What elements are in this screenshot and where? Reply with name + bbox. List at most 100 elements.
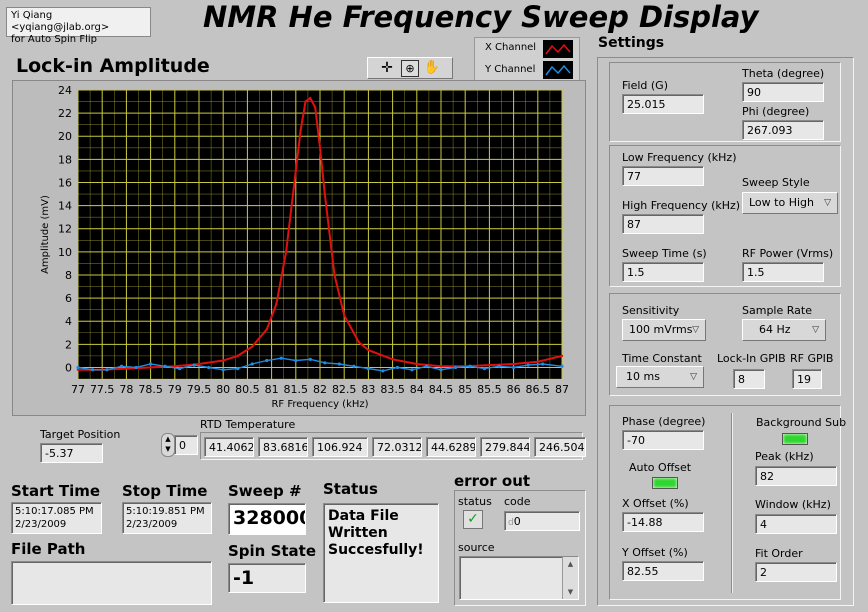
sweep-style-label: Sweep Style [742, 176, 810, 189]
x-offset-input[interactable]: -14.88 [622, 512, 704, 532]
file-path-field[interactable] [11, 561, 212, 605]
x-tick-label: 82 [313, 383, 327, 396]
page-title: NMR He Frequency Sweep Display [203, 0, 759, 34]
data-point-x-channel [333, 273, 336, 277]
crosshair-icon[interactable]: ✛ [378, 60, 396, 76]
x-tick-label: 83.5 [380, 383, 405, 396]
rf-power-input[interactable]: 1.5 [742, 262, 824, 282]
data-point-y-channel [512, 365, 516, 370]
auto-offset-toggle[interactable] [652, 477, 678, 489]
x-tick-label: 79 [168, 383, 182, 396]
x-tick-label: 84.5 [429, 383, 454, 396]
lockin-gpib-label: Lock-In GPIB [717, 352, 786, 365]
y-tick-label: 18 [58, 153, 72, 166]
sweep-style-dropdown[interactable]: Low to High ▽ [742, 192, 838, 214]
y-tick-label: 4 [65, 315, 72, 328]
start-date-value: 2/23/2009 [15, 519, 67, 530]
pan-hand-icon[interactable]: ✋ [423, 60, 441, 76]
data-point-x-channel [512, 362, 515, 366]
background-sub-toggle[interactable] [782, 433, 808, 445]
data-point-y-channel [424, 364, 429, 368]
rtd-index-stepper[interactable]: ▲ ▼ [161, 433, 175, 457]
sample-rate-dropdown[interactable]: 64 Hz ▽ [742, 319, 826, 341]
data-point-y-channel [366, 366, 370, 371]
x-tick-label: 77.5 [90, 383, 115, 396]
data-point-x-channel [149, 366, 152, 369]
y-tick-label: 24 [58, 84, 72, 97]
rtd-index-field[interactable]: 0 [174, 435, 198, 455]
data-point-y-channel [178, 366, 182, 371]
x-tick-label: 78 [119, 383, 133, 396]
window-input[interactable]: 4 [755, 514, 837, 534]
data-point-y-channel [337, 362, 341, 366]
data-point-x-channel [304, 100, 307, 103]
legend-x-swatch[interactable] [543, 40, 573, 58]
time-constant-value: 10 ms [626, 370, 660, 383]
data-point-y-channel [265, 358, 269, 363]
peak-input[interactable]: 82 [755, 466, 837, 486]
data-point-x-channel [284, 250, 288, 254]
x-tick-label: 78.5 [138, 383, 163, 396]
x-tick-label: 79.5 [187, 383, 212, 396]
lockin-gpib-input[interactable]: 8 [733, 369, 765, 389]
graph-title: Lock-in Amplitude [16, 55, 210, 77]
data-point-y-channel [105, 368, 109, 372]
y-tick-label: 16 [58, 176, 72, 189]
low-frequency-input[interactable]: 77 [622, 166, 704, 186]
target-position-label: Target Position [40, 428, 121, 441]
status-label: Status [323, 480, 378, 498]
status-text: Data File Written Succesfully! [328, 508, 424, 558]
chevron-down-icon: ▽ [812, 325, 819, 335]
time-constant-label: Time Constant [622, 352, 702, 365]
zoom-icon[interactable]: ⊕ [401, 60, 419, 77]
sweep-time-input[interactable]: 1.5 [622, 262, 704, 282]
sweep-number-field: 328000 [228, 503, 306, 535]
sweep-style-value: Low to High [749, 196, 814, 209]
legend-y-swatch[interactable] [543, 61, 573, 79]
error-code-field: d0 [504, 511, 580, 531]
background-sub-label: Background Sub [756, 416, 847, 429]
data-point-x-channel [536, 360, 539, 363]
rf-power-label: RF Power (Vrms) [742, 247, 834, 260]
rtd-value-5: 279.844 [480, 437, 530, 457]
x-tick-label: 86.5 [526, 383, 551, 396]
error-source-scrollbar[interactable]: ▲ ▼ [562, 557, 578, 599]
data-point-y-channel [76, 365, 80, 370]
x-tick-label: 77 [71, 383, 85, 396]
graph-legend: X Channel Y Channel [474, 37, 580, 81]
data-point-y-channel [468, 364, 472, 368]
y-offset-input[interactable]: 82.55 [622, 561, 704, 581]
sweep-time-label: Sweep Time (s) [622, 247, 707, 260]
y-tick-label: 12 [58, 223, 72, 236]
high-frequency-input[interactable]: 87 [622, 214, 704, 234]
error-code-label: code [504, 495, 531, 508]
data-point-y-channel [439, 368, 443, 372]
phi-input[interactable]: 267.093 [742, 120, 824, 140]
stop-time-value: 5:10:19.851 PM [126, 506, 205, 517]
x-tick-label: 82.5 [332, 383, 357, 396]
rtd-value-1: 83.6816 [258, 437, 308, 457]
theta-input[interactable]: 90 [742, 82, 824, 102]
data-point-x-channel [197, 362, 201, 366]
file-path-label: File Path [11, 540, 86, 558]
data-point-y-channel [395, 365, 400, 370]
fit-order-input[interactable]: 2 [755, 562, 837, 582]
amplitude-chart[interactable]: 77 77.5 78 78.5 79 79.5 80 80.5 81 81.5 82 82.5 83 83… [12, 80, 586, 416]
phase-label: Phase (degree) [622, 415, 706, 428]
window-label: Window (kHz) [755, 498, 831, 511]
data-point-y-channel [294, 358, 298, 363]
high-frequency-label: High Frequency (kHz) [622, 199, 741, 212]
phase-input[interactable]: -70 [622, 430, 704, 450]
rtd-label: RTD Temperature [200, 418, 296, 431]
field-input[interactable]: 25.015 [622, 94, 704, 114]
error-code-value: 0 [513, 515, 521, 528]
sensitivity-label: Sensitivity [622, 304, 680, 317]
rf-gpib-input[interactable]: 19 [792, 369, 822, 389]
legend-y-label: Y Channel [485, 64, 536, 75]
time-constant-dropdown[interactable]: 10 ms ▽ [616, 366, 704, 388]
error-source-label: source [458, 541, 495, 554]
rtd-value-6: 246.504 [534, 437, 586, 457]
author-line-1: Yi Qiang <yqiang@jlab.org> [11, 10, 110, 33]
sensitivity-dropdown[interactable]: 100 mVrms ▽ [622, 319, 706, 341]
error-source-field[interactable] [459, 556, 579, 600]
